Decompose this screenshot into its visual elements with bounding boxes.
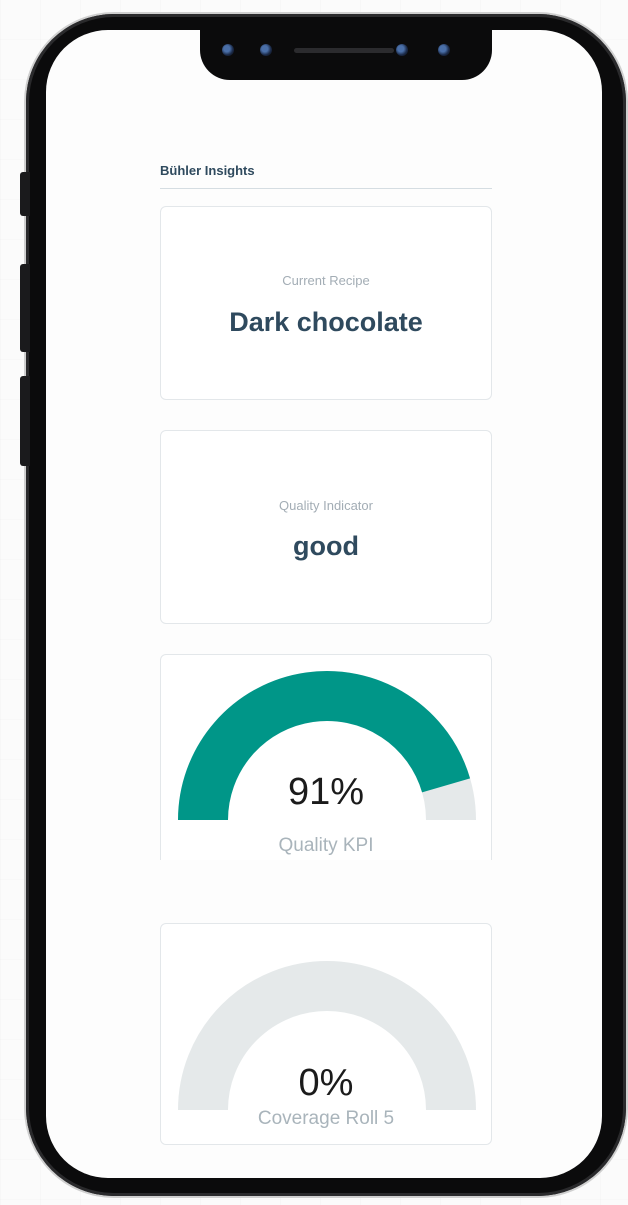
quality-indicator-value: good — [293, 531, 359, 561]
volume-up-button — [20, 264, 30, 352]
camera-icon — [260, 44, 272, 56]
sensor-icon — [222, 44, 234, 56]
speaker-grille — [294, 48, 394, 53]
current-recipe-card[interactable]: Current Recipe Dark chocolate — [160, 206, 492, 400]
current-recipe-value: Dark chocolate — [229, 307, 423, 337]
quality-indicator-card[interactable]: Quality Indicator good — [160, 430, 492, 624]
sensor-icon — [438, 44, 450, 56]
quality-kpi-gauge — [178, 671, 476, 821]
coverage-roll-value: 0% — [298, 1062, 354, 1104]
mute-switch — [20, 172, 30, 216]
sensor-icon — [396, 44, 408, 56]
quality-kpi-value: 91% — [287, 771, 365, 813]
quality-kpi-label: Quality KPI — [278, 835, 374, 856]
volume-down-button — [20, 376, 30, 466]
coverage-roll-gauge-card[interactable]: 0% Coverage Roll 5 — [160, 923, 492, 1145]
app-title: Bühler Insights — [160, 163, 492, 189]
quality-kpi-gauge-card[interactable]: 91% Quality KPI — [160, 654, 492, 860]
quality-indicator-label: Quality Indicator — [279, 498, 373, 513]
phone-notch — [200, 30, 492, 80]
current-recipe-label: Current Recipe — [282, 273, 370, 288]
coverage-roll-label: Coverage Roll 5 — [257, 1108, 395, 1129]
